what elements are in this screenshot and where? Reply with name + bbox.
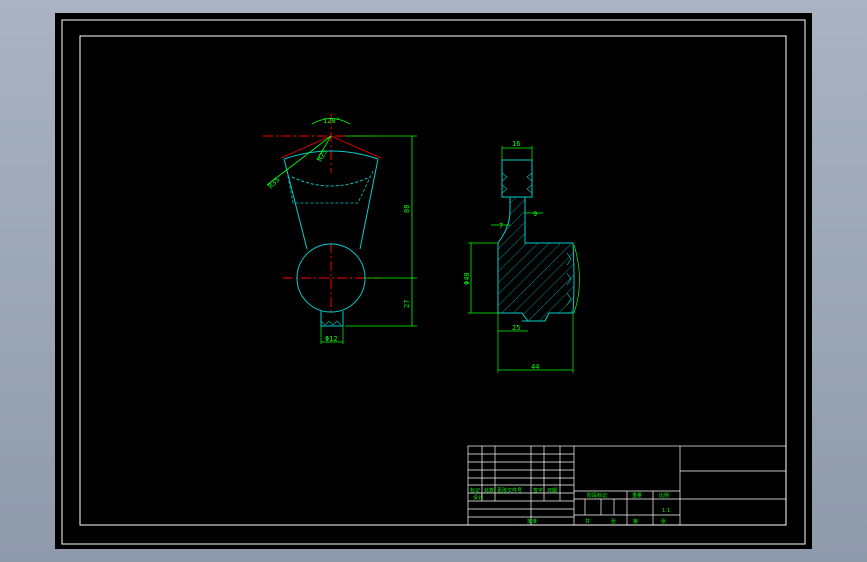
total-width-label: 44 bbox=[531, 363, 539, 371]
tb-approve-label: 批准 bbox=[527, 518, 537, 525]
tb-row-label-3: 更改文件号 bbox=[497, 487, 522, 494]
height-label: 88 bbox=[403, 205, 411, 213]
radius-inner-label: R25 bbox=[316, 148, 329, 163]
tb-scale-label: 比例 bbox=[659, 492, 669, 499]
hidden-lines bbox=[286, 170, 374, 204]
angle-label: 120° bbox=[323, 117, 340, 125]
outer-frame bbox=[61, 19, 806, 545]
right-arc-dim bbox=[573, 244, 580, 314]
top-width-label: 16 bbox=[512, 140, 520, 148]
tb-row-label-4: 签字 bbox=[533, 487, 543, 494]
top-section bbox=[501, 159, 533, 198]
tb-scale-value: 1:1 bbox=[662, 508, 670, 514]
left-view: 120° R35 R25 88 27 Φ12 bbox=[263, 114, 417, 344]
right-view: 16 9 7 Φ40 25 44 bbox=[463, 140, 580, 373]
diameter-label: Φ40 bbox=[463, 272, 471, 285]
tb-sheet-label-2: 张 bbox=[661, 518, 666, 525]
top-arc-inner bbox=[291, 176, 371, 187]
tb-row-label-5: 日期 bbox=[547, 488, 557, 494]
drawing-svg: 120° R35 R25 88 27 Φ12 16 9 7 Φ40 25 44 … bbox=[61, 19, 806, 545]
tb-row-label-2: 处数 bbox=[484, 487, 494, 494]
bottom-small-label: 25 bbox=[512, 324, 520, 332]
tb-weight-label: 重量 bbox=[632, 492, 642, 499]
tb-sheet-label: 张 bbox=[611, 518, 616, 525]
stub-hatch bbox=[320, 320, 342, 326]
tb-sheet-total-label: 共 bbox=[585, 518, 590, 525]
tb-stage-label: 阶段标记 bbox=[587, 492, 607, 499]
neck-label: 9 bbox=[533, 210, 537, 218]
angle-line-right bbox=[330, 135, 382, 159]
radius-outer-label: R35 bbox=[267, 176, 282, 191]
title-block bbox=[467, 445, 787, 526]
tb-designer-label: 设计 bbox=[473, 494, 483, 501]
bottom-diameter-label: Φ12 bbox=[325, 335, 338, 343]
cad-drawing-canvas[interactable]: 120° R35 R25 88 27 Φ12 16 9 7 Φ40 25 44 … bbox=[55, 13, 812, 549]
lower-height-label: 27 bbox=[403, 300, 411, 308]
small-label: 7 bbox=[499, 222, 503, 230]
top-section-teeth bbox=[501, 172, 533, 194]
tb-sheet-no-label: 第 bbox=[633, 518, 638, 525]
tb-row-label-1: 标记 bbox=[470, 487, 480, 494]
